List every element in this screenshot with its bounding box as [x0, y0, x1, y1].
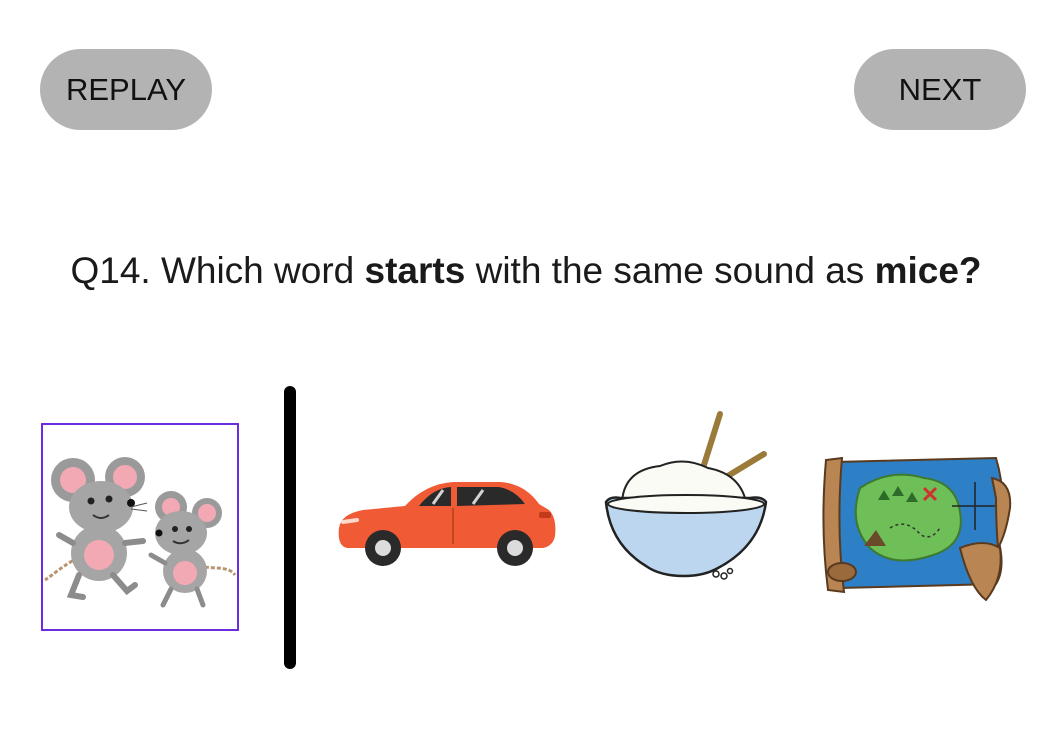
option-map[interactable] [820, 438, 1012, 604]
question-target-word: mice? [874, 250, 982, 291]
phonics-quiz-screen: REPLAY NEXT Q14. Which word starts with … [0, 0, 1052, 745]
mice-icon [44, 457, 237, 608]
question-emphasis-verb: starts [364, 250, 466, 291]
option-car[interactable] [333, 470, 559, 570]
question-text: Q14. Which word starts with the same sou… [0, 250, 1052, 292]
question-prefix: Q14. Which word [70, 250, 365, 291]
option-rice[interactable] [600, 410, 770, 590]
next-button[interactable]: NEXT [854, 49, 1026, 130]
target-picture-frame [41, 423, 239, 631]
replay-button[interactable]: REPLAY [40, 49, 212, 130]
divider-bar [284, 386, 296, 669]
car-icon [338, 482, 556, 566]
treasure-map-icon [822, 456, 1012, 602]
question-middle: with the same sound as [465, 250, 875, 291]
rice-bowl-icon [604, 411, 768, 580]
